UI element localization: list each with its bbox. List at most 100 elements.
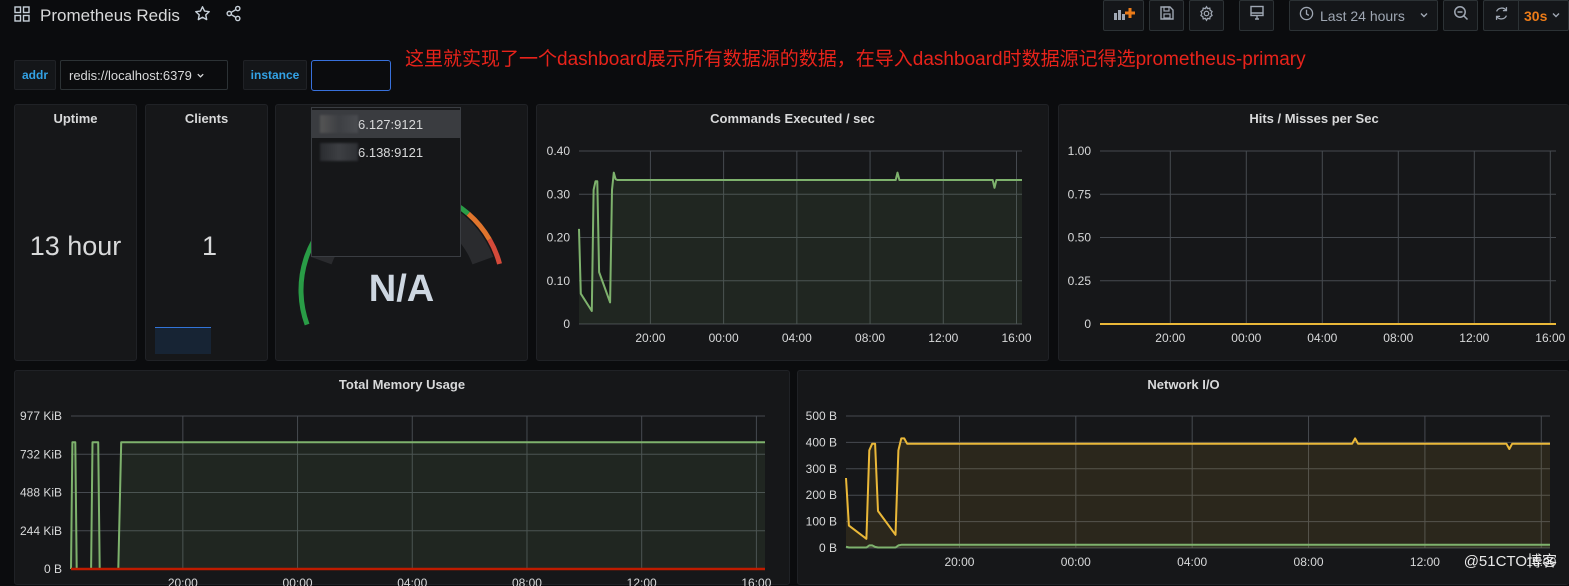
share-icon[interactable] <box>225 5 242 27</box>
instance-variable-input[interactable] <box>311 60 391 91</box>
clients-value: 1 <box>201 231 218 261</box>
y-tick-label: 400 B <box>806 435 837 449</box>
x-tick-label: 04:00 <box>1307 331 1337 345</box>
y-tick-label: 0 <box>563 317 570 331</box>
commands-chart: 0 0.10 0.20 0.30 0.40 20:00 00:00 04:00 08:00 12:… <box>547 144 1032 345</box>
addr-value: redis://localhost:6379 <box>69 67 192 83</box>
save-dashboard-button[interactable] <box>1149 0 1184 31</box>
refresh-interval-label: 30s <box>1524 7 1548 24</box>
x-tick-label: 08:00 <box>1383 331 1413 345</box>
dashboard-settings-button[interactable] <box>1189 0 1224 31</box>
y-tick-label: 0 <box>1084 317 1091 331</box>
y-tick-label: 0 B <box>819 541 837 555</box>
tv-mode-button[interactable] <box>1239 0 1274 31</box>
network-chart: 0 B 100 B 200 B 300 B 400 B 500 B 20:00 00:00 04… <box>806 409 1557 569</box>
panel-uptime: Uptime 13 hour <box>14 104 137 361</box>
variable-label-addr: addr <box>14 60 56 90</box>
y-tick-label: 244 KiB <box>20 524 62 538</box>
dashboard-title[interactable]: Prometheus Redis <box>40 6 180 26</box>
zoom-out-icon <box>1453 5 1469 26</box>
memory-chart: 0 B 244 KiB 488 KiB 732 KiB 977 KiB 20:00 00:0… <box>20 409 772 586</box>
x-tick-label: 04:00 <box>782 331 812 345</box>
x-tick-label: 20:00 <box>168 576 198 586</box>
instance-dropdown-menu: 6.127:9121 6.138:9121 <box>311 107 461 257</box>
x-tick-label: 16:00 <box>1001 331 1031 345</box>
y-tick-label: 732 KiB <box>20 447 62 461</box>
y-tick-label: 1.00 <box>1068 144 1092 158</box>
option-label: 6.127:9121 <box>358 116 424 132</box>
hits-misses-chart: 0 0.25 0.50 0.75 1.00 20:00 00:00 04:00 08:00 12:… <box>1068 144 1566 345</box>
chevron-down-icon <box>196 68 205 83</box>
y-tick-label: 0.30 <box>547 187 571 201</box>
refresh-icon <box>1493 5 1510 27</box>
x-tick-label: 08:00 <box>512 576 542 586</box>
y-tick-label: 0.25 <box>1068 274 1092 288</box>
y-tick-label: 488 KiB <box>20 486 62 500</box>
panel-commands: Commands Executed / sec 0 0.10 0.20 0.30 0.4… <box>536 104 1049 361</box>
save-icon <box>1159 5 1175 26</box>
star-icon[interactable] <box>194 5 211 27</box>
addr-variable-select[interactable]: redis://localhost:6379 <box>60 60 228 90</box>
redacted-area <box>320 143 358 161</box>
y-tick-label: 200 B <box>806 488 837 502</box>
time-range-picker[interactable]: Last 24 hours <box>1289 0 1438 31</box>
watermark: @51CTO博客 <box>1463 553 1557 570</box>
gauge-value: N/A <box>368 268 435 310</box>
y-tick-label: 500 B <box>806 409 837 423</box>
add-panel-icon <box>1113 5 1135 26</box>
option-label: 6.138:9121 <box>358 144 424 160</box>
panel-title[interactable]: Clients <box>146 111 267 126</box>
panel-clients: Clients 1 <box>145 104 268 361</box>
panel-title[interactable]: Uptime <box>15 111 136 126</box>
gear-icon <box>1198 5 1215 27</box>
x-tick-label: 04:00 <box>1177 555 1207 569</box>
x-tick-label: 20:00 <box>944 555 974 569</box>
y-tick-label: 977 KiB <box>20 409 62 423</box>
y-tick-label: 0.50 <box>1068 231 1092 245</box>
uptime-value: 13 hour <box>29 231 122 261</box>
x-tick-label: 16:00 <box>1535 331 1565 345</box>
x-tick-label: 00:00 <box>283 576 313 586</box>
x-tick-label: 16:00 <box>741 576 771 586</box>
y-tick-label: 100 B <box>806 515 837 529</box>
y-tick-label: 0.10 <box>547 274 571 288</box>
x-tick-label: 08:00 <box>1294 555 1324 569</box>
y-tick-label: 0.20 <box>547 231 571 245</box>
x-tick-label: 00:00 <box>1061 555 1091 569</box>
annotation-text: 这里就实现了一个dashboard展示所有数据源的数据，在导入dashboard… <box>405 49 1306 70</box>
apps-grid-icon[interactable] <box>14 5 30 27</box>
x-tick-label: 20:00 <box>1155 331 1185 345</box>
dropdown-option[interactable]: 6.127:9121 <box>312 110 460 138</box>
refresh-interval-picker[interactable]: 30s <box>1518 0 1569 31</box>
y-tick-label: 0.75 <box>1068 187 1092 201</box>
refresh-button[interactable] <box>1483 0 1518 31</box>
y-tick-label: 0.40 <box>547 144 571 158</box>
dropdown-option[interactable]: 6.138:9121 <box>312 138 460 166</box>
x-tick-label: 12:00 <box>627 576 657 586</box>
variable-label-instance: instance <box>243 60 307 90</box>
x-tick-label: 12:00 <box>928 331 958 345</box>
x-tick-label: 20:00 <box>635 331 665 345</box>
clock-icon <box>1299 6 1314 26</box>
x-tick-label: 00:00 <box>709 331 739 345</box>
chevron-down-icon <box>1419 7 1429 25</box>
monitor-icon <box>1249 5 1265 26</box>
panel-network: Network I/O 0 B 100 B 200 B 300 B 400 B 500 B… <box>797 370 1569 585</box>
series-area-output <box>846 438 1550 548</box>
dashboard-header: Prometheus Redis <box>14 4 242 28</box>
clients-sparkline <box>155 327 211 354</box>
series-area-commands <box>579 172 1022 324</box>
y-tick-label: 0 B <box>44 562 62 576</box>
x-tick-label: 12:00 <box>1410 555 1440 569</box>
panel-hits-misses: Hits / Misses per Sec 0 0.25 0.50 0.75 1.00 2… <box>1058 104 1569 361</box>
x-tick-label: 08:00 <box>855 331 885 345</box>
redacted-area <box>320 115 358 133</box>
series-area-used <box>71 442 765 569</box>
zoom-out-button[interactable] <box>1443 0 1478 31</box>
y-tick-label: 300 B <box>806 462 837 476</box>
chevron-down-icon <box>1551 7 1561 25</box>
x-tick-label: 00:00 <box>1231 331 1261 345</box>
add-panel-button[interactable] <box>1103 0 1144 31</box>
x-tick-label: 12:00 <box>1459 331 1489 345</box>
panel-memory: Total Memory Usage 0 B 244 KiB 488 KiB 732 … <box>14 370 790 586</box>
